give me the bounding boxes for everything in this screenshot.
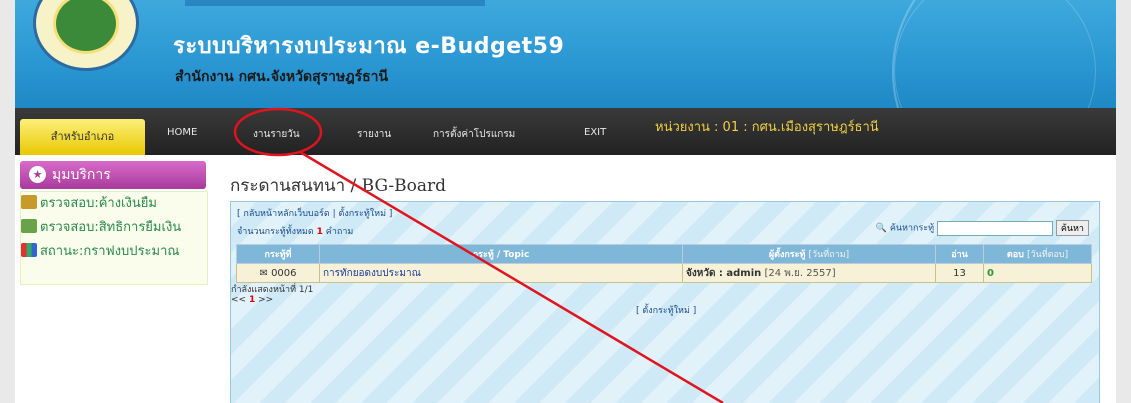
nav-report[interactable]: รายงาน — [357, 127, 391, 142]
nav-settings[interactable]: การตั้งค่าโปรแกรม — [433, 127, 515, 142]
col-id: กระทู้ที่ — [236, 244, 320, 264]
browser-page: ระบบบริหารงบประมาณ e-Budget59 สำนักงาน ก… — [0, 0, 1131, 403]
topic-table: กระทู้ที่ กระทู้ / Topic ผู้ตั้งกระทู้ [… — [236, 244, 1092, 283]
header-top-stripe — [185, 0, 485, 6]
main-content: กระดานสนทนา / BG-Board [ กลับหน้าหลักเว็… — [218, 158, 1116, 403]
sidebar-item-label: สถานะ:กราฟงบประมาณ — [40, 244, 180, 259]
envelope-icon: ✉ — [259, 267, 268, 279]
nav-exit[interactable]: EXIT — [584, 127, 606, 138]
topic-count-value: 1 — [316, 227, 323, 237]
sidebar-item-label: ตรวจสอบ:สิทธิการยืมเงิน — [40, 220, 182, 235]
chart-icon — [21, 243, 37, 257]
table-row[interactable]: ✉ 0006 การทักยอดงบประมาณ จังหวัด : admin… — [236, 263, 1092, 283]
service-icon: ★ — [29, 166, 46, 183]
nav-tab-district[interactable]: สำหรับอำเภอ — [20, 119, 145, 155]
unit-label: หน่วยงาน : 01 : กศน.เมืองสุราษฎร์ธานี — [655, 120, 879, 135]
sidebar-header: ★ มุมบริการ — [20, 161, 206, 189]
col-poster: ผู้ตั้งกระทู้ [วันที่ถาม] — [682, 244, 936, 264]
logo-emblem — [53, 0, 119, 54]
sidebar-item-label: ตรวจสอบ:ค้างเงินยืม — [40, 196, 157, 211]
cell-poster: จังหวัด : admin [24 พ.ย. 2557] — [682, 263, 936, 283]
money-bag-icon — [21, 195, 37, 209]
nav-home[interactable]: HOME — [167, 127, 197, 138]
nav-daily-work[interactable]: งานรายวัน — [253, 127, 300, 142]
new-post-link[interactable]: [ ตั้งกระทู้ใหม่ ] — [636, 303, 696, 317]
search-input[interactable] — [936, 220, 1053, 236]
pager-current[interactable]: 1 — [249, 295, 255, 305]
sidebar: ★ มุมบริการ ตรวจสอบ:ค้างเงินยืม ตรวจสอบ:… — [15, 158, 208, 403]
topic-count: จำนวนกระทู้ทั้งหมด 1 คำถาม — [237, 224, 353, 238]
card-icon — [21, 219, 37, 233]
topic-count-unit: คำถาม — [325, 227, 354, 237]
logo — [33, 0, 139, 71]
col-poster-sub: [วันที่ถาม] — [808, 250, 850, 260]
sidebar-header-label: มุมบริการ — [52, 167, 111, 183]
cell-views: 13 — [935, 263, 984, 283]
cell-poster-date: [24 พ.ย. 2557] — [764, 267, 836, 279]
site-title: ระบบบริหารงบประมาณ e-Budget59 — [173, 34, 565, 59]
sidebar-item-loan-rights[interactable]: ตรวจสอบ:สิทธิการยืมเงิน — [21, 217, 181, 239]
pager-links: << 1 >> — [231, 295, 313, 305]
cell-id-value: 0006 — [271, 267, 297, 279]
cell-topic[interactable]: การทักยอดงบประมาณ — [319, 263, 683, 283]
pager: กำลังแสดงหน้าที่ 1/1 << 1 >> — [231, 285, 313, 305]
col-replies-sub: [วันที่ตอบ] — [1026, 250, 1069, 260]
search-label: ค้นหากระทู้ — [889, 223, 935, 234]
page-right-border — [1116, 0, 1131, 403]
board-panel: [ กลับหน้าหลักเว็บบอร์ด | ตั้งกระทู้ใหม่… — [230, 201, 1100, 403]
globe-decoration-inner — [894, 0, 1096, 108]
col-poster-label: ผู้ตั้งกระทู้ — [768, 250, 806, 260]
sidebar-item-loan-balance[interactable]: ตรวจสอบ:ค้างเงินยืม — [21, 193, 157, 215]
page-title: กระดานสนทนา / BG-Board — [230, 176, 446, 196]
sidebar-menu: ตรวจสอบ:ค้างเงินยืม ตรวจสอบ:สิทธิการยืมเ… — [20, 191, 208, 285]
page-info: กำลังแสดงหน้าที่ 1/1 — [231, 285, 314, 295]
search-icon: 🔍 — [875, 223, 887, 234]
cell-poster-name: จังหวัด : admin — [686, 267, 762, 279]
col-topic: กระทู้ / Topic — [319, 244, 683, 264]
main-nav: สำหรับอำเภอ HOME งานรายวัน รายงาน การตั้… — [15, 108, 1116, 155]
site-header: ระบบบริหารงบประมาณ e-Budget59 สำนักงาน ก… — [15, 0, 1116, 108]
pager-prev[interactable]: << — [231, 295, 246, 305]
page-left-border — [0, 0, 15, 403]
search-button[interactable]: ค้นหา — [1055, 220, 1089, 236]
topic-count-label: จำนวนกระทู้ทั้งหมด — [237, 227, 314, 237]
search-bar: 🔍 ค้นหากระทู้ ค้นหา — [876, 220, 1089, 236]
sidebar-item-budget-chart[interactable]: สถานะ:กราฟงบประมาณ — [21, 241, 179, 263]
cell-replies: 0 — [983, 263, 1092, 283]
col-views: อ่าน — [935, 244, 984, 264]
site-subtitle: สำนักงาน กศน.จังหวัดสุราษฎร์ธานี — [175, 69, 389, 85]
table-header: กระทู้ที่ กระทู้ / Topic ผู้ตั้งกระทู้ [… — [236, 244, 1092, 264]
pager-next[interactable]: >> — [258, 295, 273, 305]
col-replies: ตอบ [วันที่ตอบ] — [983, 244, 1092, 264]
board-top-links[interactable]: [ กลับหน้าหลักเว็บบอร์ด | ตั้งกระทู้ใหม่… — [237, 206, 392, 220]
col-replies-label: ตอบ — [1006, 250, 1024, 260]
cell-id: ✉ 0006 — [236, 263, 320, 283]
